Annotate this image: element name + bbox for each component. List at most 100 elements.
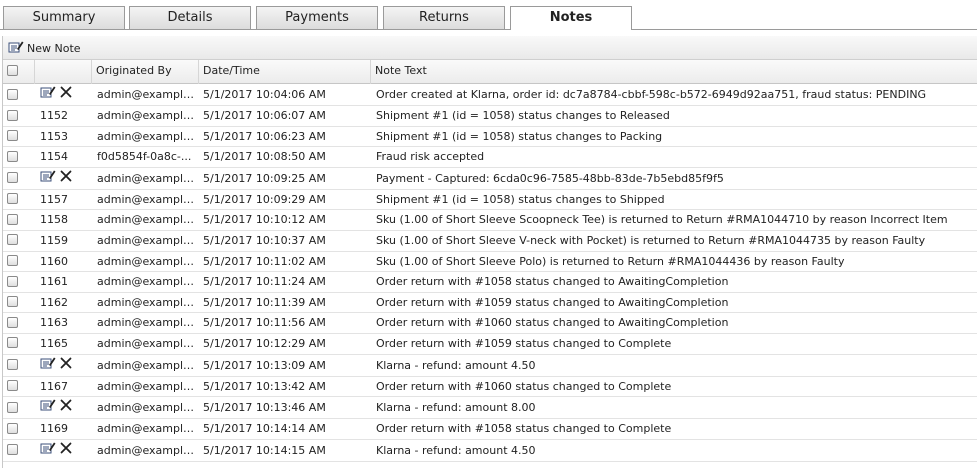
table-row[interactable]: 1157 admin@example... 5/1/2017 10:09:29 AM… xyxy=(3,190,977,211)
table-row[interactable]: 1159 admin@example... 5/1/2017 10:10:37 AM… xyxy=(3,231,977,252)
originated-by: admin@example... xyxy=(97,316,197,330)
note-text: Klarna - refund: amount 4.50 xyxy=(376,358,536,372)
table-row[interactable]: admin@example... 5/1/2017 10:04:06 AM Orde… xyxy=(3,84,977,106)
row-actions xyxy=(40,397,90,419)
row-checkbox[interactable] xyxy=(7,444,18,456)
tab-payments[interactable]: Payments xyxy=(256,6,378,29)
header-actions-cell xyxy=(35,60,92,84)
date-time: 5/1/2017 10:13:09 AM xyxy=(203,358,326,372)
row-select-cell xyxy=(7,127,29,147)
row-select-cell xyxy=(7,84,29,106)
row-checkbox[interactable] xyxy=(7,109,18,121)
note-id: 1158 xyxy=(40,213,68,227)
delete-icon[interactable] xyxy=(60,355,72,377)
new-note-label: New Note xyxy=(27,42,81,55)
delete-icon[interactable] xyxy=(60,84,72,106)
row-checkbox[interactable] xyxy=(7,380,18,392)
edit-icon[interactable] xyxy=(40,168,56,190)
table-row[interactable]: admin@example... 5/1/2017 10:09:25 AM Paym… xyxy=(3,168,977,190)
row-checkbox[interactable] xyxy=(7,337,18,349)
note-text: Order return with #1060 status changed t… xyxy=(376,379,672,393)
originated-by: admin@example... xyxy=(97,254,197,268)
row-checkbox[interactable] xyxy=(7,296,18,308)
originated-by: admin@example... xyxy=(97,233,197,247)
note-text: Klarna - refund: amount 4.50 xyxy=(376,443,536,457)
table-row[interactable]: 1154 f0d5854f-0a8c-... 5/1/2017 10:08:50 A… xyxy=(3,147,977,168)
originated-by: admin@example... xyxy=(97,336,197,350)
notes-grid-header: Originated By Date/Time Note Text xyxy=(3,60,977,84)
table-row[interactable]: 1169 admin@example... 5/1/2017 10:14:14 AM… xyxy=(3,419,977,440)
date-time: 5/1/2017 10:06:07 AM xyxy=(203,109,326,122)
originated-by: admin@example... xyxy=(97,213,197,227)
table-row[interactable]: 1165 admin@example... 5/1/2017 10:12:29 AM… xyxy=(3,334,977,355)
row-select-cell xyxy=(7,190,29,210)
originated-by: admin@example... xyxy=(97,379,197,393)
originated-by: admin@example... xyxy=(97,192,197,206)
note-id: 1162 xyxy=(40,295,68,309)
row-checkbox[interactable] xyxy=(7,275,18,287)
table-row[interactable]: admin@example... 5/1/2017 10:14:15 AM Klar… xyxy=(3,440,977,462)
table-row[interactable]: 1162 admin@example... 5/1/2017 10:11:39 AM… xyxy=(3,293,977,314)
originated-by: admin@example... xyxy=(97,443,197,457)
row-checkbox[interactable] xyxy=(7,88,18,100)
table-row[interactable]: 1158 admin@example... 5/1/2017 10:10:12 AM… xyxy=(3,210,977,231)
row-actions xyxy=(40,440,90,462)
delete-icon[interactable] xyxy=(60,168,72,190)
table-row[interactable]: 1152 admin@example... 5/1/2017 10:06:07 AM… xyxy=(3,106,977,127)
row-select-cell xyxy=(7,355,29,377)
row-checkbox[interactable] xyxy=(7,172,18,184)
date-time: 5/1/2017 10:11:39 AM xyxy=(203,295,326,309)
header-note-text[interactable]: Note Text xyxy=(371,60,977,84)
note-text: Order return with #1059 status changed t… xyxy=(376,336,672,350)
row-checkbox[interactable] xyxy=(7,150,18,162)
table-row[interactable]: 1161 admin@example... 5/1/2017 10:11:24 AM… xyxy=(3,272,977,293)
note-text: Order return with #1060 status changed t… xyxy=(376,316,729,330)
date-time: 5/1/2017 10:10:12 AM xyxy=(203,213,326,227)
edit-icon[interactable] xyxy=(40,440,56,462)
row-checkbox[interactable] xyxy=(7,234,18,246)
originated-by: admin@example... xyxy=(97,295,197,309)
row-select-cell xyxy=(7,293,29,313)
select-all-checkbox[interactable] xyxy=(7,64,18,76)
table-row[interactable]: admin@example... 5/1/2017 10:13:09 AM Klar… xyxy=(3,355,977,377)
new-note-button[interactable]: New Note xyxy=(8,40,81,57)
row-checkbox[interactable] xyxy=(7,316,18,328)
note-id: 1163 xyxy=(40,316,68,330)
date-time: 5/1/2017 10:10:37 AM xyxy=(203,233,326,247)
header-originated-by[interactable]: Originated By xyxy=(92,60,199,84)
header-date-time[interactable]: Date/Time xyxy=(199,60,371,84)
tab-details[interactable]: Details xyxy=(129,6,251,29)
table-row[interactable]: admin@example... 5/1/2017 10:13:46 AM Klar… xyxy=(3,397,977,420)
date-time: 5/1/2017 10:11:56 AM xyxy=(203,316,326,330)
row-checkbox[interactable] xyxy=(7,213,18,225)
note-id: 1160 xyxy=(40,254,68,268)
delete-icon[interactable] xyxy=(60,397,72,419)
edit-icon[interactable] xyxy=(40,84,56,106)
date-time: 5/1/2017 10:08:50 AM xyxy=(203,150,326,164)
tab-notes[interactable]: Notes xyxy=(510,6,632,30)
row-checkbox[interactable] xyxy=(7,359,18,371)
table-row[interactable]: 1153 admin@example... 5/1/2017 10:06:23 AM… xyxy=(3,127,977,148)
table-row[interactable]: 1160 admin@example... 5/1/2017 10:11:02 AM… xyxy=(3,252,977,273)
row-select-cell xyxy=(7,147,29,167)
originated-by: admin@example... xyxy=(97,171,197,185)
table-row[interactable]: 1163 admin@example... 5/1/2017 10:11:56 AM… xyxy=(3,313,977,334)
delete-icon[interactable] xyxy=(60,440,72,462)
note-id: 1169 xyxy=(40,422,68,436)
tab-summary[interactable]: Summary xyxy=(3,6,125,29)
note-text: Shipment #1 (id = 1058) status changes t… xyxy=(376,192,665,206)
tab-returns[interactable]: Returns xyxy=(383,6,505,29)
table-row[interactable]: 1167 admin@example... 5/1/2017 10:13:42 AM… xyxy=(3,377,977,398)
originated-by: admin@example... xyxy=(97,109,197,122)
row-checkbox[interactable] xyxy=(7,255,18,267)
row-checkbox[interactable] xyxy=(7,401,18,413)
row-checkbox[interactable] xyxy=(7,422,18,434)
edit-icon[interactable] xyxy=(40,355,56,377)
row-select-cell xyxy=(7,210,29,230)
row-checkbox[interactable] xyxy=(7,193,18,205)
row-select-cell xyxy=(7,440,29,462)
row-checkbox[interactable] xyxy=(7,130,18,142)
note-text: Payment - Captured: 6cda0c96-7585-48bb-8… xyxy=(376,171,724,185)
note-text: Sku (1.00 of Short Sleeve Polo) is retur… xyxy=(376,254,845,268)
edit-icon[interactable] xyxy=(40,397,56,419)
